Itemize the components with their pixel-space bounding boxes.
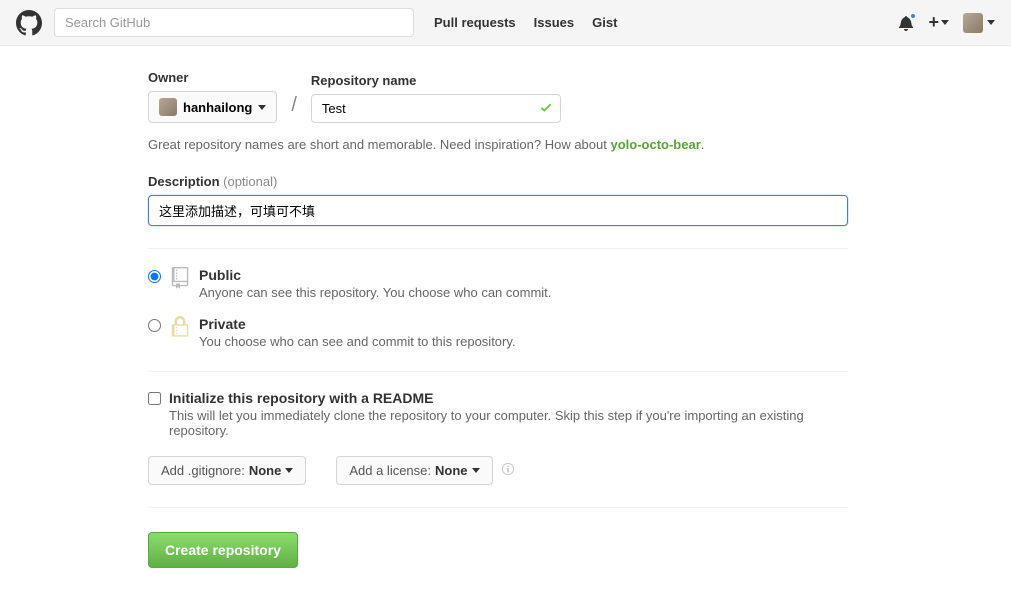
hint-suffix: .: [701, 137, 705, 152]
divider: [148, 248, 848, 249]
header-left: Pull requests Issues Gist: [16, 8, 898, 37]
owner-label: Owner: [148, 70, 277, 85]
owner-avatar: [159, 98, 177, 116]
slash-separator: /: [287, 94, 301, 123]
gitignore-prefix: Add .gitignore:: [161, 463, 245, 478]
repo-public-icon: [169, 267, 191, 289]
nav-pull-requests[interactable]: Pull requests: [434, 15, 516, 30]
create-repo-form: Owner hanhailong / Repository name Great…: [140, 70, 860, 568]
description-field: Description (optional): [148, 174, 852, 226]
readme-body: Initialize this repository with a README…: [169, 390, 852, 438]
create-repository-button[interactable]: Create repository: [148, 532, 298, 568]
desc-label-text: Description: [148, 174, 220, 189]
suggestion-link[interactable]: yolo-octo-bear: [610, 137, 700, 152]
license-value: None: [435, 463, 468, 478]
nav-issues[interactable]: Issues: [534, 15, 574, 30]
visibility-public: Public Anyone can see this repository. Y…: [148, 267, 852, 300]
name-hint: Great repository names are short and mem…: [148, 137, 852, 152]
public-radio[interactable]: [148, 270, 161, 283]
check-icon: [539, 100, 553, 117]
chevron-down-icon: [258, 105, 266, 110]
owner-field: Owner hanhailong: [148, 70, 277, 123]
header-nav: Pull requests Issues Gist: [434, 15, 617, 30]
gitignore-value: None: [249, 463, 282, 478]
private-sub: You choose who can see and commit to thi…: [199, 334, 516, 349]
description-label: Description (optional): [148, 174, 852, 189]
notifications-button[interactable]: [898, 15, 914, 31]
notification-dot-icon: [909, 12, 917, 20]
description-input[interactable]: [148, 195, 848, 226]
readme-row: Initialize this repository with a README…: [148, 390, 852, 438]
avatar: [963, 13, 983, 33]
public-title: Public: [199, 267, 551, 283]
visibility-private: Private You choose who can see and commi…: [148, 316, 852, 349]
owner-name: hanhailong: [183, 100, 252, 115]
public-sub: Anyone can see this repository. You choo…: [199, 285, 551, 300]
readme-checkbox[interactable]: [148, 392, 161, 405]
hint-text: Great repository names are short and mem…: [148, 137, 610, 152]
chevron-down-icon: [987, 20, 995, 25]
readme-title: Initialize this repository with a README: [169, 390, 852, 406]
desc-optional: (optional): [223, 174, 277, 189]
selects-row: Add .gitignore: None Add a license: None: [148, 456, 852, 485]
owner-select[interactable]: hanhailong: [148, 91, 277, 123]
lock-icon: [169, 316, 191, 338]
readme-sub: This will let you immediately clone the …: [169, 408, 852, 438]
owner-repo-row: Owner hanhailong / Repository name: [148, 70, 852, 123]
chevron-down-icon: [285, 468, 293, 473]
header-right: +: [898, 12, 995, 33]
private-radio[interactable]: [148, 319, 161, 332]
private-title: Private: [199, 316, 516, 332]
private-body: Private You choose who can see and commi…: [199, 316, 516, 349]
repo-name-field: Repository name: [311, 73, 561, 123]
chevron-down-icon: [472, 468, 480, 473]
gitignore-select[interactable]: Add .gitignore: None: [148, 456, 306, 485]
create-new-menu[interactable]: +: [928, 12, 949, 33]
info-icon[interactable]: [501, 462, 515, 479]
repo-name-label: Repository name: [311, 73, 561, 88]
public-body: Public Anyone can see this repository. Y…: [199, 267, 551, 300]
repo-name-input[interactable]: [311, 94, 561, 123]
top-header: Pull requests Issues Gist +: [0, 0, 1011, 46]
search-input[interactable]: [54, 8, 414, 37]
plus-icon: +: [928, 12, 939, 33]
nav-gist[interactable]: Gist: [592, 15, 617, 30]
github-logo[interactable]: [16, 10, 42, 36]
user-menu[interactable]: [963, 13, 995, 33]
license-select[interactable]: Add a license: None: [336, 456, 492, 485]
divider: [148, 507, 848, 508]
license-prefix: Add a license:: [349, 463, 431, 478]
chevron-down-icon: [941, 20, 949, 25]
divider: [148, 371, 848, 372]
